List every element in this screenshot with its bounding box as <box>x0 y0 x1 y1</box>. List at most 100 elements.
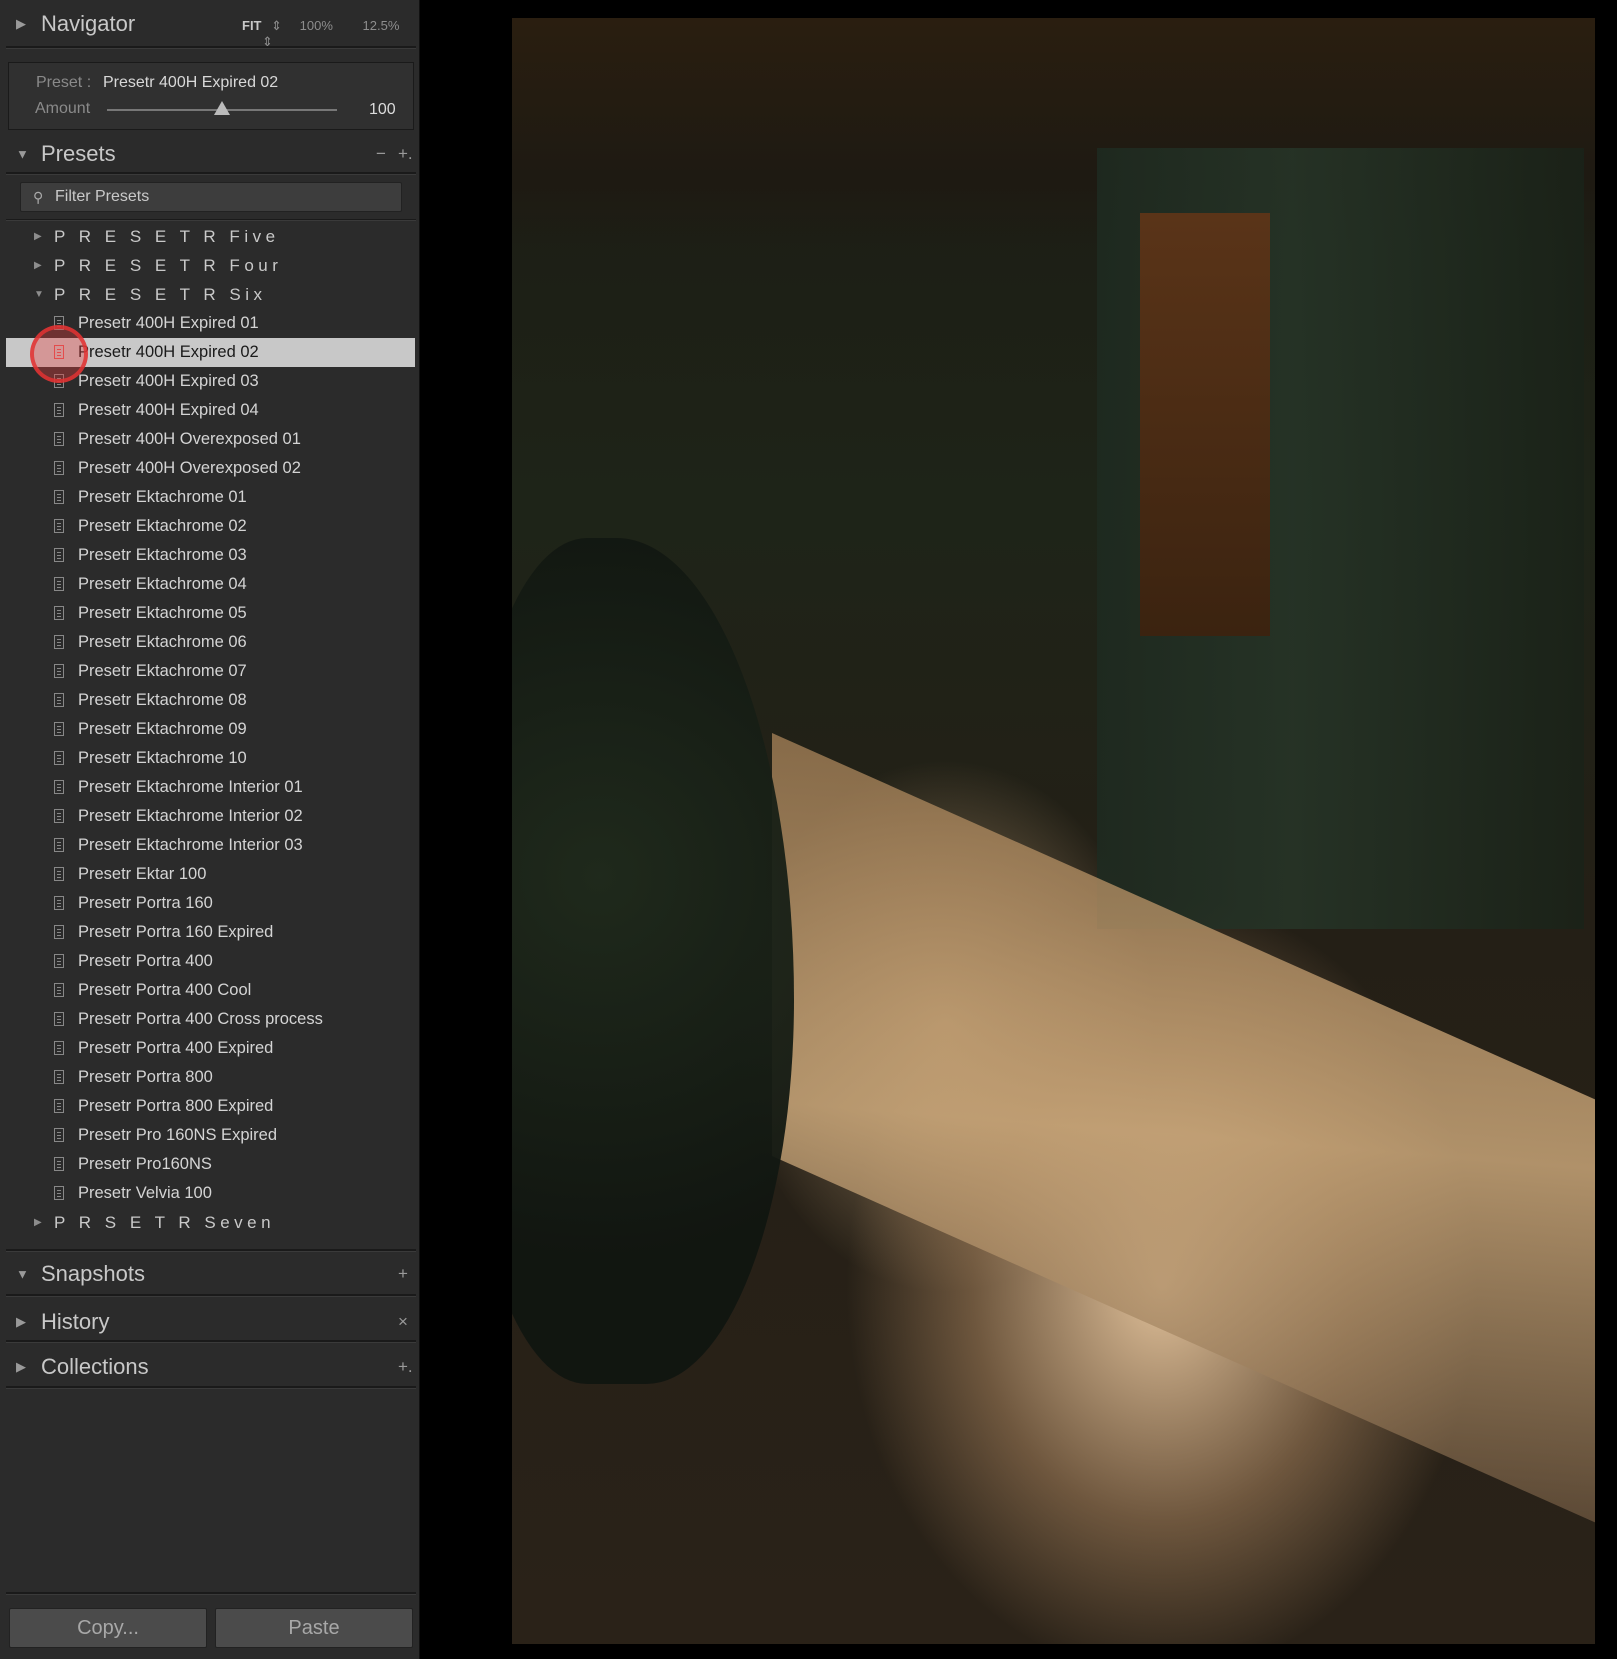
preset-file-icon <box>54 925 64 939</box>
preset-item[interactable]: Presetr 400H Overexposed 01 <box>6 425 415 454</box>
preset-item[interactable]: Presetr Portra 400 Cross process <box>6 1005 415 1034</box>
preset-folder[interactable]: ▶ P R E S E T R Four <box>6 251 415 280</box>
preset-item-label: Presetr Ektachrome 05 <box>78 604 247 622</box>
preset-folder-label: P R E S E T R Six <box>54 284 267 304</box>
remove-preset-button[interactable]: − <box>376 144 386 164</box>
preset-file-icon <box>54 635 64 649</box>
preset-item[interactable]: Presetr Portra 160 Expired <box>6 918 415 947</box>
preset-item[interactable]: Presetr Portra 160 <box>6 889 415 918</box>
triangle-right-icon[interactable]: ▶ <box>16 1314 26 1330</box>
clear-history-button[interactable]: × <box>398 1312 408 1332</box>
preset-folder-label: P R E S E T R Four <box>54 255 283 275</box>
triangle-right-icon[interactable]: ▶ <box>34 231 42 242</box>
preset-item-label: Presetr Ektachrome Interior 03 <box>78 836 303 854</box>
amount-label: Amount <box>35 100 91 117</box>
history-header[interactable]: ▶ History × <box>6 1300 415 1344</box>
preset-item[interactable]: Presetr Ektachrome 01 <box>6 483 415 512</box>
preset-item-label: Presetr Ektachrome Interior 01 <box>78 778 303 796</box>
triangle-right-icon[interactable]: ▶ <box>16 1359 26 1375</box>
preset-item[interactable]: Presetr 400H Overexposed 02 <box>6 454 415 483</box>
preset-item[interactable]: Presetr Ektachrome 06 <box>6 628 415 657</box>
preset-item[interactable]: Presetr Pro 160NS Expired <box>6 1121 415 1150</box>
navigator-header[interactable]: ▶ Navigator FIT ⇕ 100% 12.5% ⇕ <box>6 2 415 49</box>
triangle-down-icon[interactable]: ▼ <box>16 1267 29 1282</box>
preset-item[interactable]: Presetr Ektachrome 08 <box>6 686 415 715</box>
zoom-custom[interactable]: 12.5% <box>363 18 400 33</box>
add-collection-button[interactable]: +. <box>398 1357 413 1377</box>
preset-item[interactable]: Presetr Ektachrome 03 <box>6 541 415 570</box>
preset-item-label: Presetr Ektachrome 07 <box>78 662 247 680</box>
zoom-fit[interactable]: FIT <box>242 18 262 33</box>
triangle-right-icon[interactable]: ▶ <box>34 1217 42 1228</box>
triangle-down-icon[interactable]: ▼ <box>34 289 44 300</box>
preset-folder[interactable]: ▶ P R S E T R Seven <box>6 1208 415 1237</box>
preset-file-icon <box>54 838 64 852</box>
add-snapshot-button[interactable]: + <box>398 1264 408 1284</box>
click-indicator <box>30 325 88 383</box>
preset-file-icon <box>54 577 64 591</box>
preset-file-icon <box>54 519 64 533</box>
history-title: History <box>41 1309 110 1334</box>
triangle-down-icon[interactable]: ▼ <box>16 147 29 162</box>
preset-item[interactable]: Presetr Ektachrome 10 <box>6 744 415 773</box>
preset-item[interactable]: Presetr Pro160NS <box>6 1150 415 1179</box>
preset-file-icon <box>54 1012 64 1026</box>
collections-divider <box>6 1386 416 1389</box>
preset-item[interactable]: Presetr Ektachrome 05 <box>6 599 415 628</box>
preset-item[interactable]: Presetr Portra 800 Expired <box>6 1092 415 1121</box>
preset-item-label: Presetr 400H Overexposed 02 <box>78 459 301 477</box>
presets-divider <box>6 172 416 175</box>
snapshots-header[interactable]: ▼ Snapshots + <box>6 1252 415 1296</box>
add-preset-button[interactable]: +. <box>398 144 413 164</box>
presets-header[interactable]: ▼ Presets − +. <box>6 132 415 176</box>
preset-item[interactable]: Presetr Portra 400 Expired <box>6 1034 415 1063</box>
navigator-title: Navigator <box>41 11 136 36</box>
preset-item[interactable]: Presetr Ektachrome Interior 02 <box>6 802 415 831</box>
preset-label: Preset : <box>36 74 92 91</box>
history-divider <box>6 1340 416 1343</box>
preset-amount-box: Preset : Presetr 400H Expired 02 Amount … <box>8 62 414 130</box>
preset-item[interactable]: Presetr Portra 800 <box>6 1063 415 1092</box>
bottom-divider <box>6 1592 416 1595</box>
preset-file-icon <box>54 1099 64 1113</box>
preset-item[interactable]: Presetr Ektachrome Interior 01 <box>6 773 415 802</box>
copy-button[interactable]: Copy... <box>9 1608 207 1648</box>
preset-file-icon <box>54 896 64 910</box>
preset-item-label: Presetr Portra 400 Expired <box>78 1039 274 1057</box>
preset-file-icon <box>54 809 64 823</box>
filter-presets-input[interactable] <box>55 186 385 208</box>
preset-folder[interactable]: ▼ P R E S E T R Six <box>6 280 415 309</box>
preset-item-label: Presetr Ektachrome 02 <box>78 517 247 535</box>
preset-item-label: Presetr Portra 800 Expired <box>78 1097 274 1115</box>
preset-item-label: Presetr Portra 160 Expired <box>78 923 274 941</box>
preset-value: Presetr 400H Expired 02 <box>103 74 279 91</box>
preset-item[interactable]: Presetr Ektachrome 04 <box>6 570 415 599</box>
preset-item[interactable]: Presetr Ektachrome 02 <box>6 512 415 541</box>
preset-item-label: Presetr 400H Expired 01 <box>78 314 259 332</box>
collections-header[interactable]: ▶ Collections +. <box>6 1345 415 1389</box>
preset-item[interactable]: Presetr Ektachrome 07 <box>6 657 415 686</box>
zoom-fit-stepper-icon[interactable]: ⇕ <box>271 18 282 33</box>
preset-file-icon <box>54 1157 64 1171</box>
preset-folder[interactable]: ▶ P R E S E T R Five <box>6 222 415 251</box>
preset-item[interactable]: Presetr Portra 400 <box>6 947 415 976</box>
preset-item[interactable]: Presetr Ektachrome 09 <box>6 715 415 744</box>
triangle-right-icon[interactable]: ▶ <box>34 260 42 271</box>
preset-item[interactable]: Presetr Ektachrome Interior 03 <box>6 831 415 860</box>
zoom-100[interactable]: 100% <box>300 18 333 33</box>
paste-button[interactable]: Paste <box>215 1608 413 1648</box>
preset-file-icon <box>54 664 64 678</box>
preset-item[interactable]: Presetr Ektar 100 <box>6 860 415 889</box>
preset-item[interactable]: Presetr Portra 400 Cool <box>6 976 415 1005</box>
preset-folder-label: P R E S E T R Five <box>54 226 280 246</box>
preset-item[interactable]: Presetr 400H Expired 04 <box>6 396 415 425</box>
preset-file-icon <box>54 954 64 968</box>
amount-slider-thumb[interactable] <box>214 101 230 115</box>
preset-file-icon <box>54 403 64 417</box>
preset-item-label: Presetr 400H Expired 02 <box>78 343 259 361</box>
snapshots-divider <box>6 1294 416 1297</box>
amount-value[interactable]: 100 <box>369 101 396 119</box>
preset-item[interactable]: Presetr Velvia 100 <box>6 1179 415 1208</box>
photo-preview[interactable] <box>512 18 1595 1644</box>
triangle-right-icon[interactable]: ▶ <box>16 16 26 32</box>
